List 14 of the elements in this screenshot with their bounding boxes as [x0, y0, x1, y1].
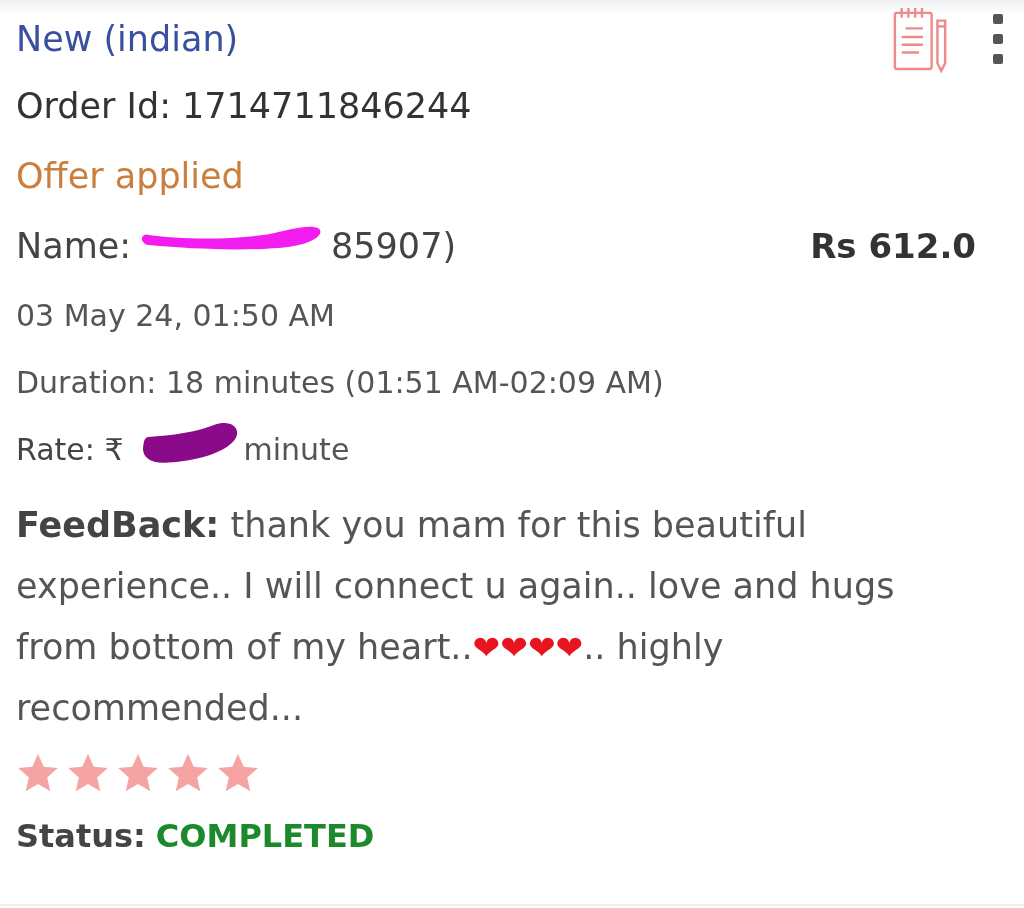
order-price: Rs 612.0 — [810, 226, 976, 266]
offer-label: Offer applied — [16, 156, 245, 196]
order-id: Order Id: 1714711846244 — [16, 86, 473, 126]
customer-name: 85907) — [331, 226, 457, 266]
duration-text: Duration: 18 minutes (01:51 AM-02:09 AM) — [16, 365, 665, 400]
status-label: Status: — [16, 817, 146, 855]
rate-label: Rate: ₹ — [16, 432, 124, 467]
name-label: Name: — [16, 226, 132, 266]
feedback-text: FeedBack: thank you mam for this beautiful experience.. I will connect u again.. love and hugs from bottom of my heart..❤❤❤❤.. highly recommended... — [16, 504, 896, 730]
order-date: 03 May 24, 01:50 AM — [16, 298, 336, 333]
rate-unit: minute — [243, 432, 350, 467]
more-menu-icon[interactable] — [992, 13, 1004, 65]
order-title: New (indian) — [16, 19, 239, 59]
status-value: COMPLETED — [155, 817, 375, 855]
